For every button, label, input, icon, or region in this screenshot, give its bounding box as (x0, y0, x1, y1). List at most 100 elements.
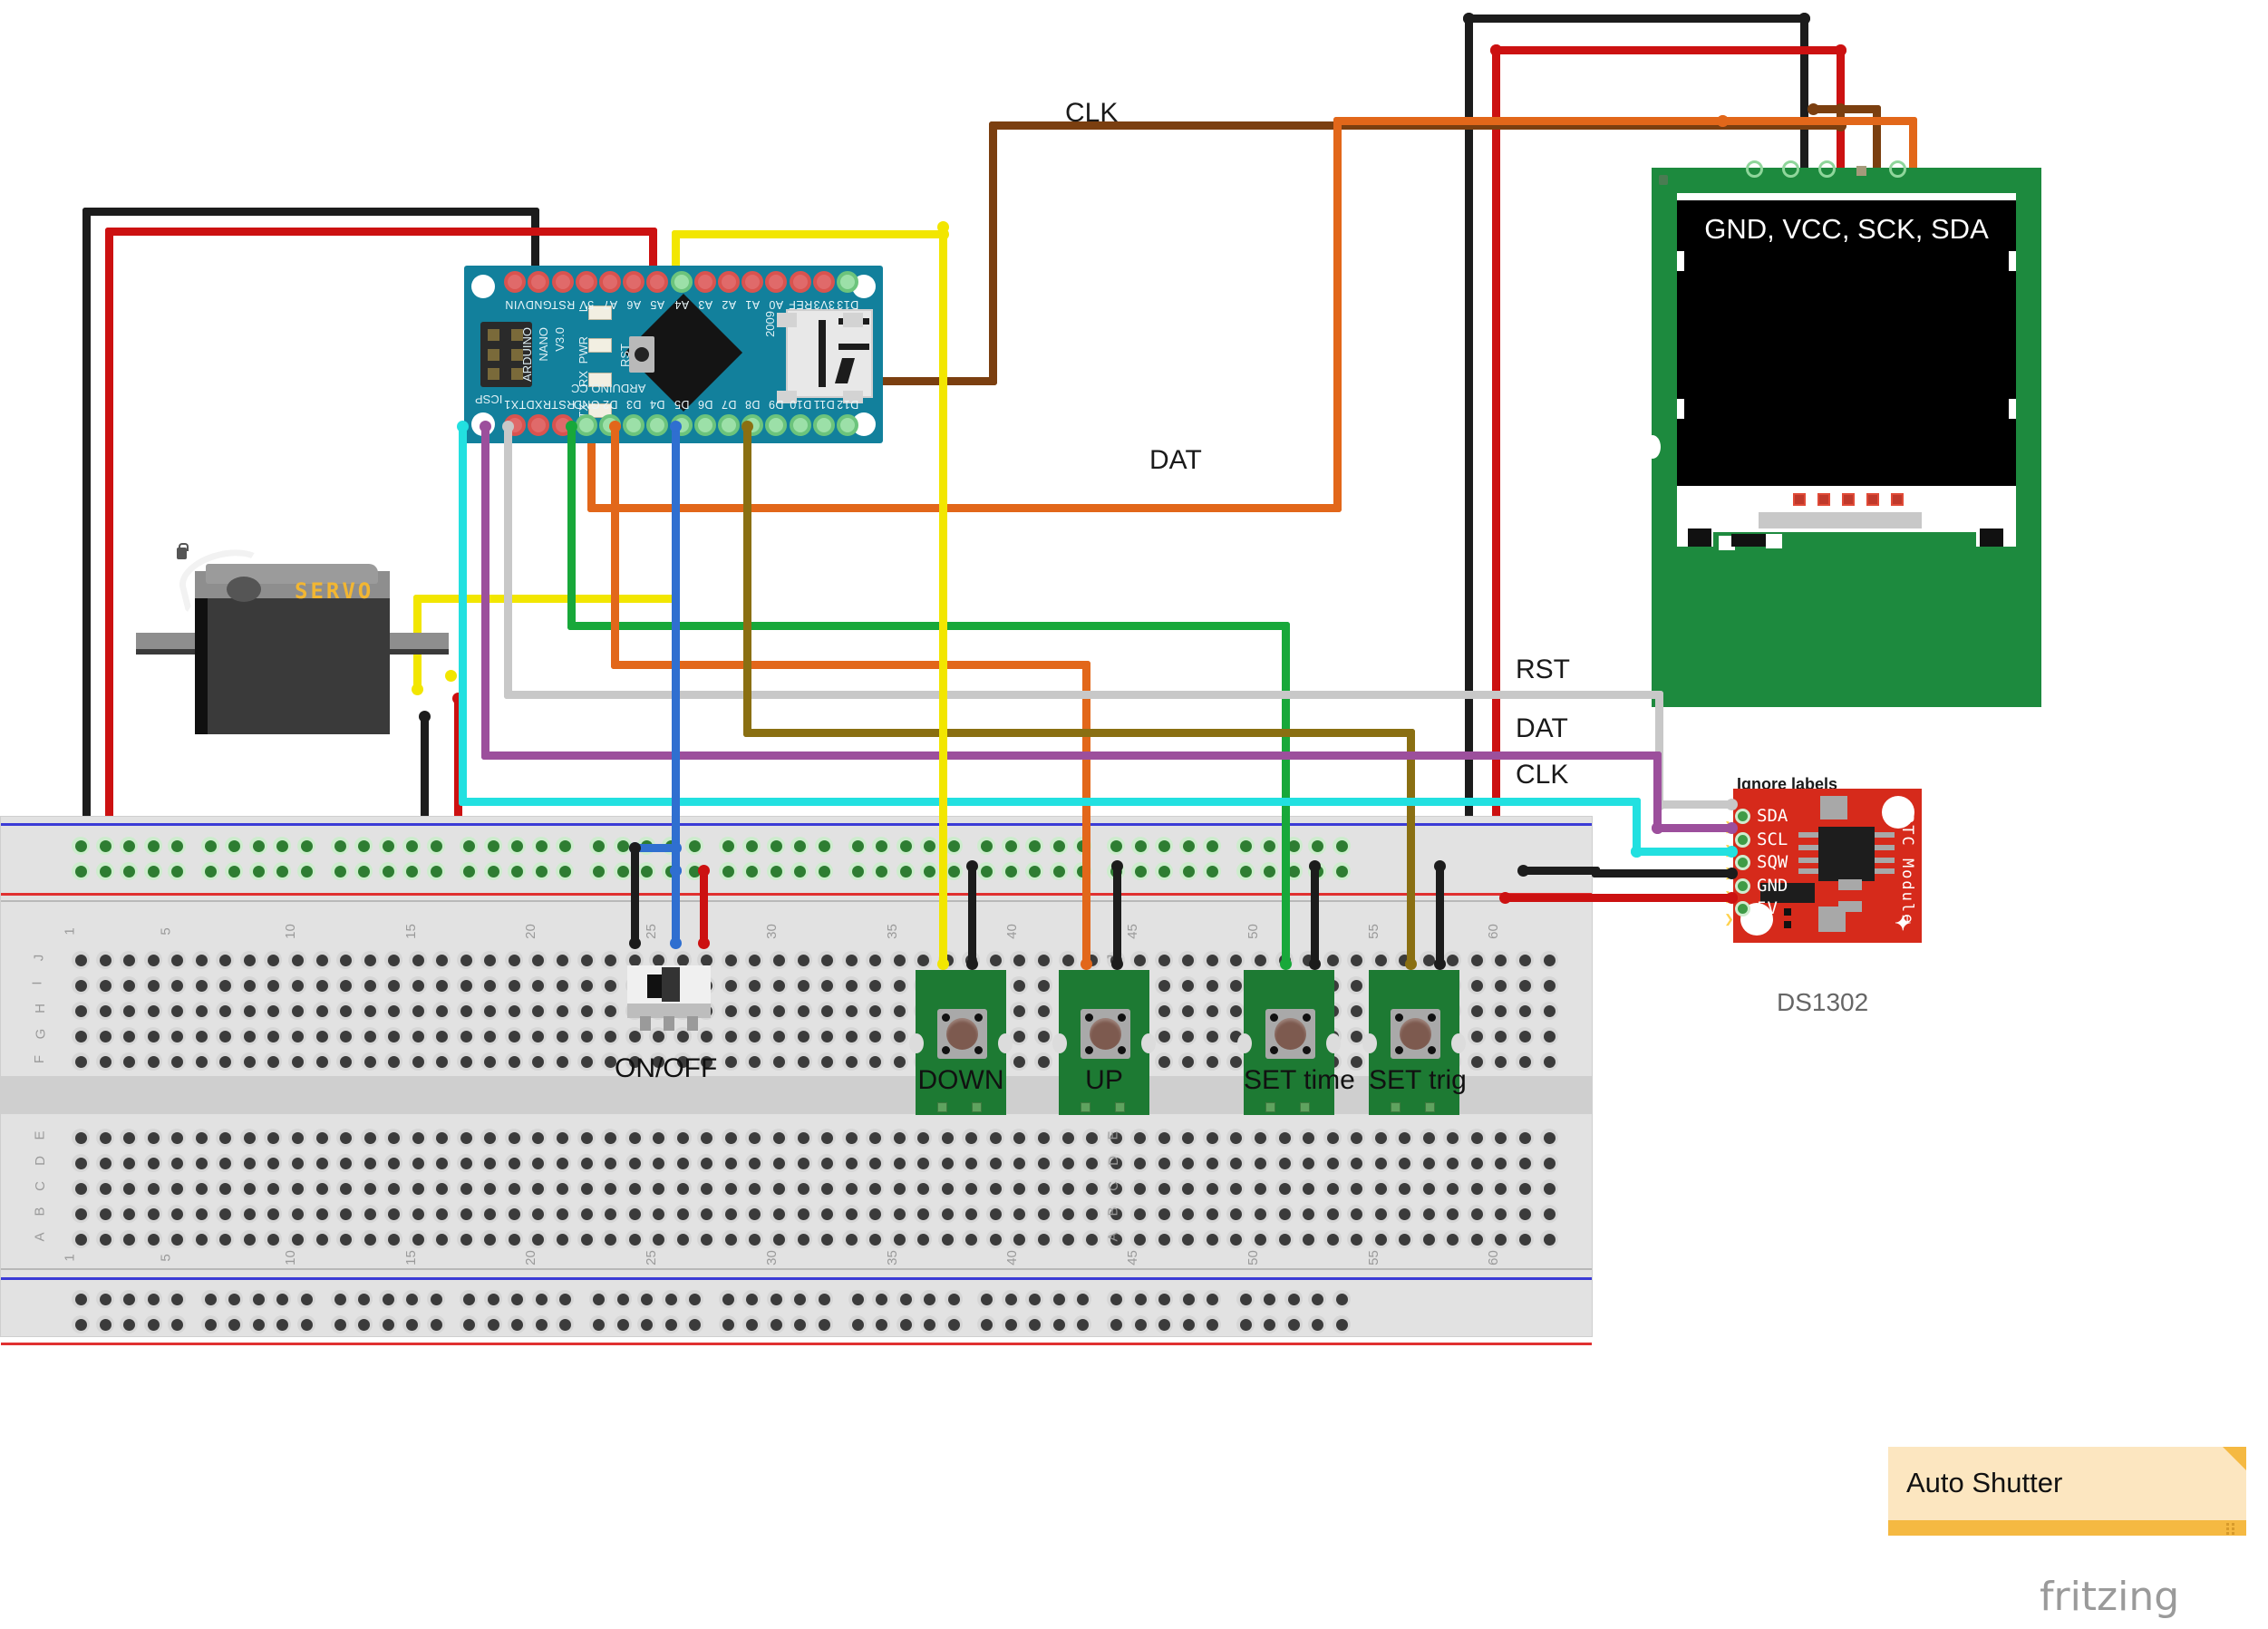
wire-servo-signal-hidden[interactable] (412, 594, 680, 603)
breadboard-hole-power[interactable] (143, 862, 162, 880)
breadboard-hole[interactable] (1010, 951, 1029, 969)
breadboard-hole[interactable] (1491, 1179, 1510, 1198)
breadboard-hole[interactable] (456, 1052, 475, 1071)
breadboard-hole[interactable] (1034, 1179, 1052, 1198)
breadboard-hole-power[interactable] (872, 837, 891, 855)
breadboard-hole[interactable] (1467, 951, 1486, 969)
breadboard-hole[interactable] (216, 1230, 235, 1248)
breadboard-hole-power[interactable] (72, 862, 90, 880)
breadboard-hole-power[interactable] (1107, 1315, 1125, 1333)
breadboard-hole[interactable] (866, 1002, 885, 1020)
breadboard-hole[interactable] (1371, 1205, 1390, 1223)
breadboard-hole-power[interactable] (168, 862, 187, 880)
breadboard-hole-power[interactable] (1025, 1315, 1044, 1333)
breadboard-hole[interactable] (287, 1002, 306, 1020)
breadboard-hole[interactable] (528, 1052, 548, 1071)
breadboard-hole[interactable] (1202, 1002, 1221, 1020)
breadboard-hole-power[interactable] (296, 1315, 315, 1333)
breadboard-hole[interactable] (336, 1027, 355, 1045)
breadboard-hole[interactable] (1226, 1002, 1245, 1020)
breadboard-hole[interactable] (1299, 1179, 1318, 1198)
wire-clk-brown-upper[interactable] (988, 121, 997, 385)
breadboard-hole[interactable] (1178, 1129, 1197, 1147)
breadboard-hole[interactable] (1323, 1154, 1342, 1172)
breadboard-hole[interactable] (432, 951, 451, 969)
breadboard-hole[interactable] (962, 1179, 981, 1198)
wire-button-gnd-2-end[interactable] (1309, 860, 1321, 872)
breadboard-hole[interactable] (745, 1154, 764, 1172)
nano-pin-rst[interactable] (551, 271, 574, 293)
breadboard-hole[interactable] (143, 1002, 162, 1020)
breadboard-hole[interactable] (673, 1129, 692, 1147)
wire-dat-orange-to-display-end[interactable] (1717, 115, 1729, 127)
breadboard-hole[interactable] (1226, 1052, 1245, 1071)
breadboard-hole[interactable] (769, 1179, 788, 1198)
breadboard-hole[interactable] (577, 1052, 596, 1071)
breadboard-hole[interactable] (769, 1154, 788, 1172)
breadboard-hole-power[interactable] (1001, 862, 1020, 880)
wire-switch-blue-down[interactable] (671, 866, 680, 947)
breadboard-hole[interactable] (1323, 1205, 1342, 1223)
breadboard-hole[interactable] (456, 1205, 475, 1223)
breadboard-hole[interactable] (889, 1230, 908, 1248)
wire-display-vcc-down-end[interactable] (1835, 44, 1846, 56)
breadboard-hole[interactable] (1516, 951, 1534, 969)
breadboard-hole[interactable] (1491, 1052, 1510, 1071)
breadboard-hole[interactable] (1082, 1179, 1101, 1198)
breadboard-hole[interactable] (1323, 1230, 1342, 1248)
wire-rtc-gnd[interactable] (1591, 868, 1736, 878)
breadboard-hole-power[interactable] (225, 862, 244, 880)
wire-clk-cyan[interactable] (458, 797, 1641, 806)
breadboard-hole[interactable] (1226, 1179, 1245, 1198)
breadboard-hole[interactable] (1539, 1052, 1558, 1071)
breadboard-hole[interactable] (264, 1052, 283, 1071)
breadboard-hole-power[interactable] (589, 1315, 607, 1333)
breadboard-hole[interactable] (264, 1027, 283, 1045)
breadboard-hole[interactable] (191, 1027, 210, 1045)
breadboard-hole-power[interactable] (1308, 1290, 1327, 1308)
breadboard-hole[interactable] (72, 1129, 90, 1147)
breadboard-hole[interactable] (841, 1179, 860, 1198)
breadboard-hole[interactable] (697, 1154, 716, 1172)
breadboard-hole[interactable] (697, 1027, 716, 1045)
nano-pin-a7[interactable] (599, 271, 621, 293)
breadboard-hole[interactable] (985, 1205, 1004, 1223)
nano-pin-a2[interactable] (718, 271, 740, 293)
breadboard-hole[interactable] (818, 1205, 837, 1223)
breadboard-hole-power[interactable] (896, 1315, 915, 1333)
wire-rtc-gnd-end[interactable] (1726, 868, 1738, 879)
breadboard-hole-power[interactable] (72, 1315, 90, 1333)
breadboard-hole[interactable] (841, 1052, 860, 1071)
breadboard-hole[interactable] (95, 1002, 114, 1020)
wire-button-gnd-2-end[interactable] (1309, 958, 1321, 970)
breadboard-hole[interactable] (72, 1002, 90, 1020)
breadboard-hole[interactable] (866, 1154, 885, 1172)
breadboard-hole-power[interactable] (1107, 837, 1125, 855)
breadboard-hole[interactable] (239, 1129, 258, 1147)
breadboard-hole-power[interactable] (613, 1290, 632, 1308)
breadboard-hole[interactable] (95, 1154, 114, 1172)
breadboard-hole[interactable] (72, 1230, 90, 1248)
breadboard-hole[interactable] (1419, 1230, 1438, 1248)
breadboard-hole[interactable] (937, 1154, 956, 1172)
breadboard-hole[interactable] (1010, 976, 1029, 994)
breadboard-hole-power[interactable] (330, 1290, 349, 1308)
breadboard-hole[interactable] (216, 1179, 235, 1198)
breadboard-hole-power[interactable] (1332, 862, 1351, 880)
breadboard-hole[interactable] (1250, 1205, 1269, 1223)
breadboard-hole-power[interactable] (944, 1315, 963, 1333)
breadboard-hole[interactable] (1539, 1027, 1558, 1045)
breadboard-hole-power[interactable] (402, 837, 422, 855)
breadboard-hole[interactable] (432, 1027, 451, 1045)
slide-switch-onoff[interactable] (627, 965, 711, 1031)
breadboard-hole[interactable] (287, 1154, 306, 1172)
breadboard-hole-power[interactable] (589, 1290, 607, 1308)
breadboard-hole-power[interactable] (661, 1290, 680, 1308)
breadboard-hole[interactable] (408, 1027, 427, 1045)
breadboard-hole[interactable] (937, 1129, 956, 1147)
breadboard-hole[interactable] (264, 1230, 283, 1248)
breadboard-hole[interactable] (697, 1129, 716, 1147)
breadboard-hole[interactable] (264, 1205, 283, 1223)
breadboard-hole[interactable] (1467, 1230, 1486, 1248)
breadboard-hole[interactable] (384, 1027, 403, 1045)
